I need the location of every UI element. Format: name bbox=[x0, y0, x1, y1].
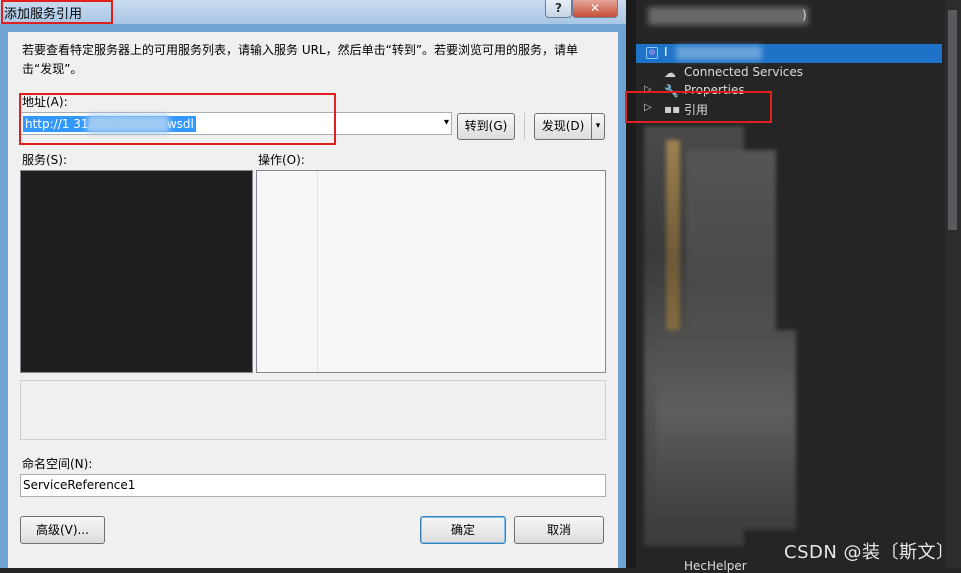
tree-item-connected-services[interactable]: ☁ Connected Services bbox=[636, 65, 936, 83]
close-button[interactable]: ✕ bbox=[572, 0, 618, 18]
ok-button[interactable]: 确定 bbox=[420, 516, 506, 544]
window-gap bbox=[626, 0, 636, 568]
services-tree[interactable] bbox=[20, 170, 253, 373]
tree-item-label: Connected Services bbox=[684, 65, 804, 79]
operations-list[interactable] bbox=[256, 170, 606, 373]
cloud-icon: ☁ bbox=[664, 66, 676, 80]
namespace-label: 命名空间(N): bbox=[22, 457, 93, 471]
operations-column-divider bbox=[317, 171, 318, 372]
advanced-button-label: 高级(V)... bbox=[35, 523, 90, 537]
csdn-watermark: CSDN @装〔斯文〕 bbox=[784, 542, 955, 563]
operations-label: 操作(O): bbox=[258, 153, 305, 167]
redacted-item-labels-lower bbox=[656, 330, 796, 530]
cancel-button-label: 取消 bbox=[546, 523, 571, 537]
goto-button-label: 转到(G) bbox=[464, 119, 508, 133]
web-project-icon: ⊕ bbox=[646, 47, 658, 59]
title-highlight-box bbox=[1, 0, 113, 24]
status-message-box bbox=[20, 380, 606, 440]
project-node-label: I bbox=[664, 45, 668, 59]
address-highlight-box bbox=[19, 93, 336, 145]
help-button[interactable]: ? bbox=[545, 0, 572, 18]
tree-item-bottom-label: HecHelper bbox=[684, 559, 747, 573]
solution-name-suffix: ) bbox=[802, 8, 807, 22]
references-highlight-box bbox=[625, 91, 772, 123]
address-dropdown-icon[interactable]: ▾ bbox=[444, 117, 449, 128]
cancel-button[interactable]: 取消 bbox=[514, 516, 604, 544]
discover-dropdown-icon[interactable]: ▾ bbox=[591, 113, 605, 140]
namespace-input[interactable]: ServiceReference1 bbox=[20, 474, 606, 497]
solution-name-redaction bbox=[648, 7, 808, 25]
dialog-description: 若要查看特定服务器上的可用服务列表，请输入服务 URL，然后单击“转到”。若要浏… bbox=[22, 43, 579, 76]
discover-button[interactable]: 发现(D) bbox=[534, 113, 592, 140]
advanced-button[interactable]: 高级(V)... bbox=[20, 516, 105, 544]
dialog-titlebar[interactable]: 添加服务引用 ? ✕ bbox=[0, 0, 626, 24]
services-label: 服务(S): bbox=[22, 153, 68, 167]
goto-button[interactable]: 转到(G) bbox=[457, 113, 515, 140]
solution-explorer: ) ⊕ I ☁ Connected Services ▷ 🔧 Propertie… bbox=[625, 0, 961, 573]
project-name-redaction bbox=[676, 46, 762, 60]
vertical-scrollbar[interactable] bbox=[945, 0, 961, 568]
scrollbar-thumb[interactable] bbox=[948, 10, 957, 230]
toolbar-separator bbox=[524, 113, 525, 140]
ok-button-label: 确定 bbox=[450, 523, 475, 537]
project-node-selected[interactable]: ⊕ I bbox=[636, 44, 942, 63]
discover-button-label: 发现(D) bbox=[541, 119, 585, 133]
add-service-reference-dialog: 添加服务引用 ? ✕ 若要查看特定服务器上的可用服务列表，请输入服务 URL，然… bbox=[0, 0, 626, 568]
